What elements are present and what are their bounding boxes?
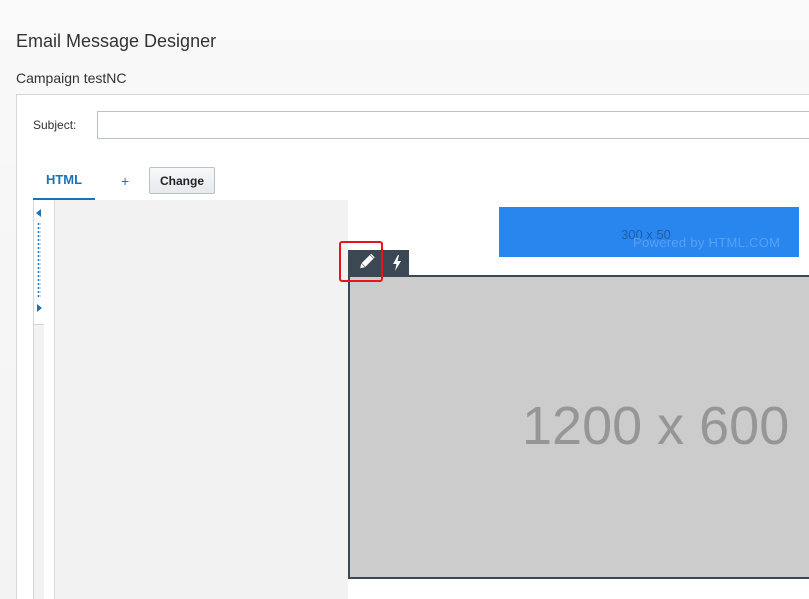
chevron-left-icon[interactable]	[36, 209, 41, 217]
email-designer-page: Email Message Designer Campaign testNC S…	[0, 0, 809, 599]
image-size-text: 1200 x 600	[522, 396, 790, 456]
editor-canvas: 300 x 50 Powered by HTML.COM 1200 x 600	[33, 200, 809, 599]
content-tabs: HTML + Change	[33, 165, 809, 201]
lightning-icon	[393, 255, 401, 271]
dynamic-content-button[interactable]	[385, 250, 409, 275]
banner-placeholder-image[interactable]: 300 x 50 Powered by HTML.COM	[499, 207, 799, 257]
chevron-right-icon[interactable]	[37, 304, 42, 312]
hero-placeholder-image[interactable]: 1200 x 600	[348, 275, 809, 579]
campaign-name: Campaign testNC	[16, 70, 127, 86]
add-tab-button[interactable]: +	[121, 173, 129, 189]
palette-rail	[44, 200, 55, 599]
drag-handle-icon[interactable]	[37, 222, 41, 298]
tab-html[interactable]: HTML	[33, 165, 95, 201]
subject-input[interactable]	[97, 111, 809, 139]
change-button[interactable]: Change	[149, 167, 215, 194]
pencil-icon	[360, 253, 375, 269]
banner-powered-text: Powered by HTML.COM	[633, 235, 781, 250]
page-title: Email Message Designer	[16, 31, 217, 51]
designer-panel: Subject: HTML + Change 300 x 50 Powered …	[16, 94, 809, 599]
subject-label: Subject:	[33, 118, 77, 132]
edit-block-button[interactable]	[348, 250, 385, 275]
